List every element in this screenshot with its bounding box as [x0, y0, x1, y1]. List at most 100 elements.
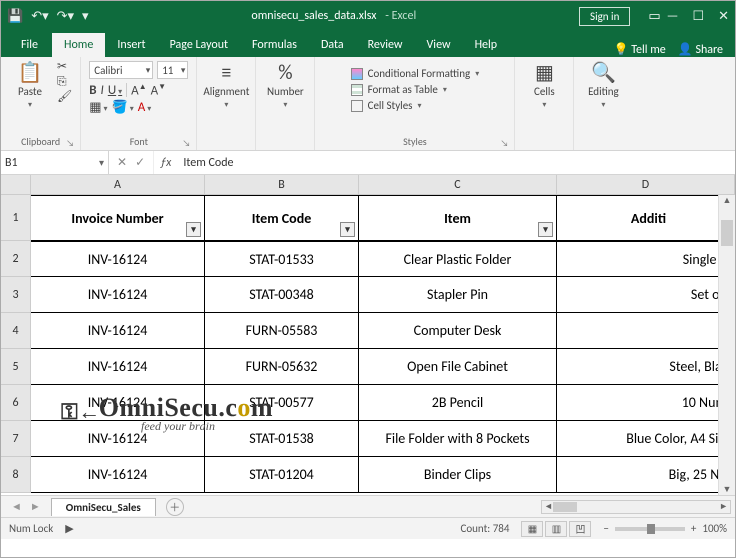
border-button[interactable]: ▦ [89, 101, 107, 114]
view-page-break-button[interactable]: 凹 [569, 521, 591, 537]
number-button[interactable]: % Number ▾ [264, 61, 306, 112]
cell[interactable]: STAT-00577 [205, 385, 359, 421]
conditional-formatting-button[interactable]: Conditional Formatting ▾ [351, 67, 480, 80]
cell[interactable]: Set of 1 [557, 277, 735, 313]
view-page-layout-button[interactable]: ▥ [545, 521, 567, 537]
row-header[interactable]: 4 [1, 313, 31, 349]
cell[interactable]: STAT-01538 [205, 421, 359, 457]
col-header-C[interactable]: C [359, 175, 557, 194]
zoom-in-button[interactable]: + [691, 522, 696, 535]
cancel-formula-icon[interactable]: ✕ [117, 155, 127, 170]
scroll-up-icon[interactable]: ▲ [723, 195, 732, 206]
font-size-select[interactable]: 11 [157, 61, 188, 79]
cell[interactable]: STAT-01533 [205, 241, 359, 277]
cell[interactable]: INV-16124 [31, 241, 205, 277]
minimize-button[interactable]: — [667, 9, 679, 24]
maximize-button[interactable]: ☐ [692, 9, 704, 24]
cut-icon[interactable]: ✂ [57, 61, 67, 73]
cell[interactable]: INV-16124 [31, 313, 205, 349]
font-color-button[interactable]: A [138, 101, 152, 114]
tab-formulas[interactable]: Formulas [240, 33, 309, 57]
row-header[interactable]: 7 [1, 421, 31, 457]
row-header[interactable]: 1 [1, 195, 31, 241]
col-header-A[interactable]: A [31, 175, 205, 194]
filter-icon[interactable]: ▾ [538, 222, 553, 237]
fx-icon[interactable]: ƒx [154, 151, 177, 174]
cell[interactable]: INV-16124 [31, 457, 205, 493]
vertical-scrollbar[interactable]: ▲ ▼ [718, 195, 735, 495]
fill-color-button[interactable]: 🪣 [112, 101, 134, 114]
sheet-next-icon[interactable]: ► [30, 500, 41, 513]
cell[interactable]: STAT-01204 [205, 457, 359, 493]
ribbon-display-icon[interactable]: ▭ [648, 9, 660, 24]
macro-record-icon[interactable]: ▶ [65, 522, 73, 535]
share-button[interactable]: 👤 Share [678, 42, 723, 57]
scroll-left-icon[interactable]: ◄ [544, 501, 553, 512]
header-additional[interactable]: Additi [557, 195, 735, 241]
cell[interactable]: Open File Cabinet [359, 349, 557, 385]
font-grow-icon[interactable]: A▲ [131, 83, 146, 97]
underline-button[interactable]: U [108, 84, 122, 97]
format-painter-icon[interactable]: 🖌 [57, 91, 72, 103]
row-header[interactable]: 8 [1, 457, 31, 493]
cell[interactable]: File Folder with 8 Pockets [359, 421, 557, 457]
zoom-slider[interactable] [615, 527, 685, 531]
alignment-button[interactable]: ≡ Alignment ▾ [205, 61, 247, 112]
sheet-tab[interactable]: OmniSecu_Sales [51, 498, 156, 516]
name-box[interactable]: B1 [1, 151, 109, 174]
font-name-select[interactable]: Calibri [89, 61, 153, 79]
cell[interactable]: Steel, Black [557, 349, 735, 385]
scroll-right-icon[interactable]: ► [719, 501, 728, 512]
cell[interactable]: FURN-05632 [205, 349, 359, 385]
header-invoice-number[interactable]: Invoice Number ▾ [31, 195, 205, 241]
tab-insert[interactable]: Insert [105, 33, 157, 57]
tab-file[interactable]: File [7, 33, 52, 57]
zoom-out-button[interactable]: − [603, 522, 608, 535]
filter-icon[interactable]: ▾ [186, 222, 201, 237]
paste-button[interactable]: 📋 Paste ▾ [9, 61, 51, 112]
cell[interactable]: Computer Desk [359, 313, 557, 349]
close-button[interactable]: ✕ [718, 9, 729, 24]
sign-in-button[interactable]: Sign in [579, 7, 630, 26]
cell[interactable]: Binder Clips [359, 457, 557, 493]
cell[interactable]: Bi [557, 313, 735, 349]
cell[interactable]: INV-16124 [31, 349, 205, 385]
cell-styles-button[interactable]: Cell Styles ▾ [351, 99, 422, 112]
col-header-D[interactable]: D [557, 175, 735, 194]
tab-review[interactable]: Review [356, 33, 415, 57]
filter-icon[interactable]: ▾ [340, 222, 355, 237]
undo-icon[interactable]: ↶▾ [31, 9, 48, 24]
bold-button[interactable]: B [89, 84, 96, 97]
formula-bar[interactable]: Item Code [177, 151, 735, 174]
tab-home[interactable]: Home [52, 33, 105, 57]
col-header-B[interactable]: B [205, 175, 359, 194]
row-header[interactable]: 6 [1, 385, 31, 421]
copy-icon[interactable]: ⎘ [57, 76, 67, 88]
cell[interactable]: Big, 25 Nun [557, 457, 735, 493]
font-shrink-icon[interactable]: A▼ [151, 83, 166, 97]
enter-formula-icon[interactable]: ✓ [135, 155, 145, 170]
header-item-code[interactable]: Item Code ▾ [205, 195, 359, 241]
cell[interactable]: INV-16124 [31, 277, 205, 313]
redo-icon[interactable]: ↷▾ [57, 9, 74, 24]
scroll-down-icon[interactable]: ▼ [723, 484, 732, 495]
format-as-table-button[interactable]: Format as Table ▾ [351, 83, 447, 96]
cell[interactable]: 10 Numb [557, 385, 735, 421]
tell-me[interactable]: 💡 Tell me [614, 42, 666, 57]
cell[interactable]: INV-16124 [31, 385, 205, 421]
qat-customize-icon[interactable]: ▾ [82, 9, 89, 24]
tab-help[interactable]: Help [463, 33, 510, 57]
new-sheet-button[interactable]: ＋ [166, 498, 184, 516]
row-header[interactable]: 2 [1, 241, 31, 277]
cells-button[interactable]: ▦ Cells ▾ [523, 61, 565, 112]
tab-page-layout[interactable]: Page Layout [158, 33, 240, 57]
cell[interactable]: STAT-00348 [205, 277, 359, 313]
tab-data[interactable]: Data [309, 33, 356, 57]
view-normal-button[interactable]: ▦ [521, 521, 543, 537]
row-header[interactable]: 3 [1, 277, 31, 313]
editing-button[interactable]: 🔍 Editing ▾ [582, 61, 624, 112]
tab-view[interactable]: View [415, 33, 463, 57]
cell[interactable]: Clear Plastic Folder [359, 241, 557, 277]
cell[interactable]: Blue Color, A4 Size, [557, 421, 735, 457]
cell[interactable]: INV-16124 [31, 421, 205, 457]
